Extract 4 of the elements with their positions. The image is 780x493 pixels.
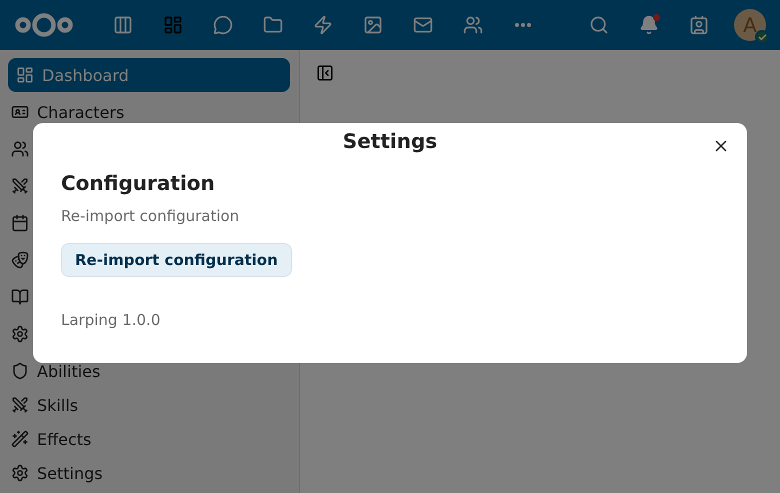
section-title: Configuration — [61, 171, 216, 195]
dialog-title: Settings — [342, 129, 438, 153]
version-text: Larping 1.0.0 — [61, 311, 162, 329]
section-description: Re-import configuration — [61, 207, 240, 225]
